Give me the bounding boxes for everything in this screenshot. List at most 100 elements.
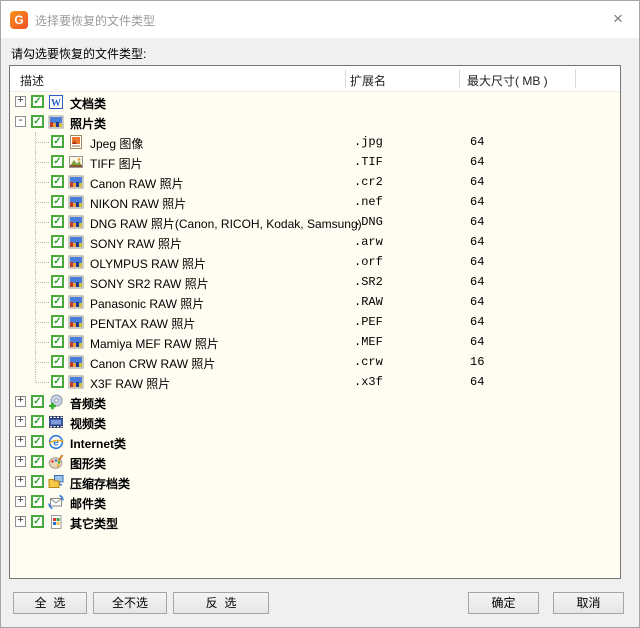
cancel-button[interactable]: 取消 [553,592,624,614]
checkbox[interactable]: ✓ [51,375,64,388]
row-extension: .nef [354,195,383,209]
tree-row[interactable]: + ✓ 图形类 [10,452,620,472]
expand-icon[interactable]: + [15,476,26,487]
prompt-label: 请勾选要恢复的文件类型: [11,47,147,61]
row-extension: .SR2 [354,275,383,289]
checkbox[interactable]: ✓ [31,475,44,488]
tree-row[interactable]: + ✓ W 文档类 [10,92,620,112]
row-extension: .MEF [354,335,383,349]
checkbox[interactable]: ✓ [31,115,44,128]
tree-row[interactable]: ✓ SONY SR2 RAW 照片 .SR2 64 [10,272,620,292]
checkbox[interactable]: ✓ [51,295,64,308]
tree-row[interactable]: ✓ OLYMPUS RAW 照片 .orf 64 [10,252,620,272]
checkbox[interactable]: ✓ [31,95,44,108]
row-max-size: 64 [470,275,485,289]
internet-icon: e [48,434,64,450]
expand-icon[interactable]: + [15,496,26,507]
checkbox[interactable]: ✓ [51,335,64,348]
checkbox[interactable]: ✓ [31,415,44,428]
ok-button[interactable]: 确定 [468,592,539,614]
tree-row[interactable]: ✓ PENTAX RAW 照片 .PEF 64 [10,312,620,332]
row-extension: .jpg [354,135,383,149]
jpeg-image-icon [68,134,84,150]
expand-icon[interactable]: + [15,396,26,407]
checkbox[interactable]: ✓ [51,315,64,328]
row-max-size: 64 [470,215,485,229]
expand-icon[interactable]: + [15,516,26,527]
tree-row[interactable]: + ✓ e Internet类 [10,432,620,452]
expand-icon[interactable]: + [15,416,26,427]
row-label: SONY SR2 RAW 照片 [90,277,209,291]
row-label: 照片类 [70,117,107,131]
dialog-title: 选择要恢复的文件类型 [35,14,156,28]
row-label: 其它类型 [70,517,119,531]
row-extension: .cr2 [354,175,383,189]
checkbox[interactable]: ✓ [51,255,64,268]
word-doc-icon: W [48,94,64,110]
tree-row[interactable]: ✓ Panasonic RAW 照片 .RAW 64 [10,292,620,312]
checkbox[interactable]: ✓ [31,455,44,468]
tree-row[interactable]: + ✓ 视频类 [10,412,620,432]
row-label: X3F RAW 照片 [90,377,171,391]
row-max-size: 16 [470,355,485,369]
svg-text:e: e [53,438,59,449]
checkbox[interactable]: ✓ [31,395,44,408]
checkbox[interactable]: ✓ [51,135,64,148]
checkbox[interactable]: ✓ [51,215,64,228]
audio-icon [48,394,64,410]
expand-icon[interactable]: + [15,96,26,107]
close-icon[interactable]: × [605,7,631,33]
row-label: Panasonic RAW 照片 [90,297,205,311]
checkbox[interactable]: ✓ [31,435,44,448]
checkbox[interactable]: ✓ [51,175,64,188]
column-header-maxsize[interactable]: 最大尺寸( MB ) [467,72,548,89]
tree-row[interactable]: ✓ Canon CRW RAW 照片 .crw 16 [10,352,620,372]
row-label: 压缩存档类 [70,477,131,491]
tree-row[interactable]: ✓ Canon RAW 照片 .cr2 64 [10,172,620,192]
tree-row[interactable]: - ✓ 照片类 [10,112,620,132]
row-label: 视频类 [70,417,107,431]
tree-row[interactable]: ✓ TIFF 图片 .TIF 64 [10,152,620,172]
column-divider [575,69,576,88]
checkbox[interactable]: ✓ [51,195,64,208]
row-max-size: 64 [470,335,485,349]
expand-icon[interactable]: + [15,436,26,447]
file-type-dialog: G 选择要恢复的文件类型 × 请勾选要恢复的文件类型: 描述 扩展名 最大尺寸(… [0,0,640,628]
graphics-icon [48,454,64,470]
invert-selection-button[interactable]: 反 选 [173,592,269,614]
tree-row[interactable]: + ✓ 音频类 [10,392,620,412]
tree-row[interactable]: ✓ X3F RAW 照片 .x3f 64 [10,372,620,392]
row-label: OLYMPUS RAW 照片 [90,257,207,271]
checkbox[interactable]: ✓ [51,275,64,288]
checkbox[interactable]: ✓ [51,155,64,168]
app-logo-icon: G [10,11,28,29]
expand-icon[interactable]: + [15,456,26,467]
row-label: Internet类 [70,437,127,451]
column-header-description[interactable]: 描述 [20,72,44,89]
tree-row[interactable]: ✓ Jpeg 图像 .jpg 64 [10,132,620,152]
tree-row[interactable]: + ✓ 其它类型 [10,512,620,532]
tree-row[interactable]: + ✓ 压缩存档类 [10,472,620,492]
raw-photo-icon [68,314,84,330]
tree-row[interactable]: ✓ DNG RAW 照片(Canon, RICOH, Kodak, Samsung… [10,212,620,232]
mail-icon [48,494,64,510]
raw-photo-icon [68,334,84,350]
other-icon [48,514,64,530]
row-max-size: 64 [470,315,485,329]
checkbox[interactable]: ✓ [31,495,44,508]
checkbox[interactable]: ✓ [51,355,64,368]
checkbox[interactable]: ✓ [51,235,64,248]
title-bar: G 选择要恢复的文件类型 × [1,1,639,38]
checkbox[interactable]: ✓ [31,515,44,528]
column-header-extension[interactable]: 扩展名 [350,72,386,89]
row-label: NIKON RAW 照片 [90,197,187,211]
tree-row[interactable]: ✓ NIKON RAW 照片 .nef 64 [10,192,620,212]
tree-row[interactable]: ✓ Mamiya MEF RAW 照片 .MEF 64 [10,332,620,352]
tree-row[interactable]: + ✓ 邮件类 [10,492,620,512]
tree-row[interactable]: ✓ SONY RAW 照片 .arw 64 [10,232,620,252]
raw-photo-icon [68,374,84,390]
raw-photo-icon [68,194,84,210]
collapse-icon[interactable]: - [15,116,26,127]
select-none-button[interactable]: 全不选 [93,592,167,614]
select-all-button[interactable]: 全 选 [13,592,87,614]
